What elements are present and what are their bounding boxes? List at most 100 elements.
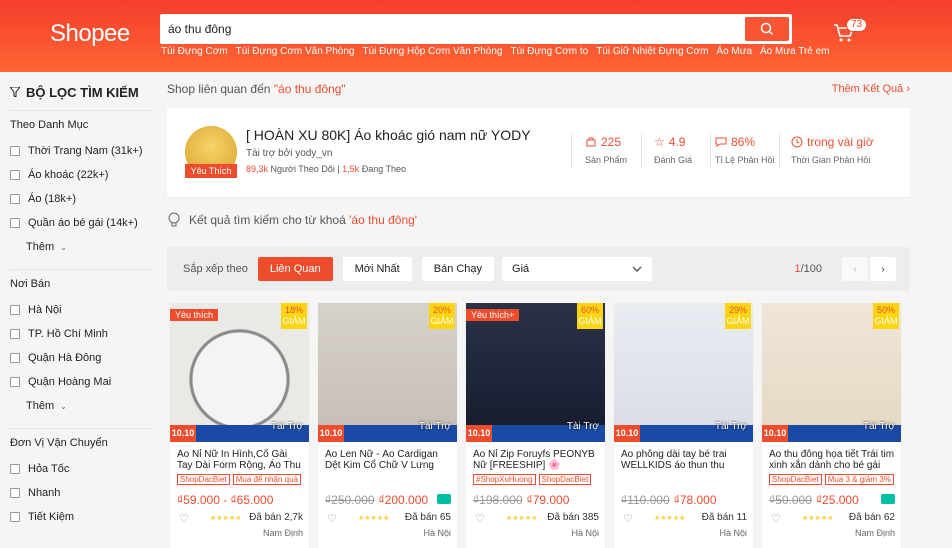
heart-icon[interactable]: ♡ [179, 512, 189, 525]
product-title[interactable]: Áo thu đông họa tiết Trái tim xinh xắn d… [769, 449, 895, 471]
filter-icon [10, 87, 20, 97]
star-icon: ☆ [654, 135, 665, 149]
location-option[interactable]: TP. Hồ Chí Minh [10, 322, 153, 346]
shipping-option[interactable]: Tiết Kiệm [10, 505, 153, 529]
more-results-link[interactable]: Thêm Kết Quả › [832, 83, 910, 95]
seller-location: Hà Nội [719, 528, 747, 538]
discount-value: 29% [728, 305, 747, 315]
checkbox[interactable] [10, 512, 20, 522]
shopee-logo[interactable]: Shopee [50, 20, 130, 48]
location-option[interactable]: Quận Hoàng Mai [10, 370, 153, 394]
rating-stars-icon: ★★★★★ [802, 515, 834, 522]
category-option[interactable]: Quần áo bé gái (14k+) [10, 211, 153, 235]
product-card[interactable]: Yêu thích 18% GIẢM 10.10 Tài Trợ Áo Nỉ Nữ… [170, 303, 309, 548]
checkbox[interactable] [10, 488, 20, 498]
sort-bar: Sắp xếp theo Liên Quan Mới Nhất Bán Chạy… [167, 247, 910, 291]
sponsored-label: Tài Trợ [566, 421, 599, 432]
current-price: ₫78.000 [673, 493, 717, 507]
seller-location: Nam Định [262, 528, 303, 538]
category-option[interactable]: Thời Trang Nam (31k+) [10, 139, 153, 163]
product-tag: ShopDacBiet [177, 474, 230, 485]
divider [10, 269, 153, 270]
shop-name[interactable]: [ HOÀN XU 80K] Áo khoác gió nam nữ YODY [246, 127, 531, 143]
sort-newest-button[interactable]: Mới Nhất [342, 257, 412, 281]
heart-icon[interactable]: ♡ [623, 512, 633, 525]
heart-icon[interactable]: ♡ [771, 512, 781, 525]
shipping-option[interactable]: Hỏa Tốc [10, 457, 153, 481]
followers-count: 89,3k [246, 164, 269, 174]
discount-badge: 29% GIẢM [725, 303, 751, 329]
checkbox[interactable] [10, 377, 20, 387]
location-option[interactable]: Quận Hà Đông [10, 346, 153, 370]
sponsored-label: Tài Trợ [270, 421, 303, 432]
search-button[interactable] [745, 17, 789, 41]
category-option[interactable]: Áo (18k+) [10, 187, 153, 211]
suggestion-link[interactable]: Túi Giữ Nhiệt Đựng Cơm [596, 46, 708, 57]
filter-group-shipping: Đơn Vị Vận Chuyển [10, 437, 108, 449]
sort-bestseller-button[interactable]: Bán Chạy [421, 257, 495, 281]
suggestion-link[interactable]: Áo Mưa Trẻ em [760, 46, 830, 57]
checkbox[interactable] [10, 146, 20, 156]
old-price: ₫250.000 [325, 493, 375, 507]
promo-date: 10.10 [614, 425, 640, 442]
product-image[interactable]: 20% GIẢM 10.10 Tài Trợ [318, 303, 457, 442]
discount-word: GIẢM [726, 316, 750, 326]
suggestion-link[interactable]: Áo Mưa [716, 46, 752, 57]
product-image[interactable]: Yêu thích 18% GIẢM 10.10 Tài Trợ [170, 303, 309, 442]
related-shops-title: Shop liên quan đến "áo thu đông" [167, 82, 346, 96]
product-title[interactable]: Áo Nỉ Nữ In Hình,Cổ Gài Tay Dài Form Rộn… [177, 449, 303, 471]
checkbox[interactable] [10, 170, 20, 180]
sort-relevance-button[interactable]: Liên Quan [257, 257, 333, 281]
seller-location: Nam Định [854, 528, 895, 538]
product-image[interactable]: 50% GIẢM 10.10 Tài Trợ [762, 303, 901, 442]
search-input[interactable] [168, 19, 738, 39]
more-categories-button[interactable]: Thêm ⌄ [26, 235, 153, 259]
rating-stars-icon: ★★★★★ [210, 515, 242, 522]
discount-badge: 20% GIẢM [429, 303, 455, 329]
product-card[interactable]: 20% GIẢM 10.10 Tài Trợ Áo Len Nữ - Áo Car… [318, 303, 457, 548]
product-title[interactable]: Áo phông dài tay bé trai WELLKIDS áo thu… [621, 449, 747, 471]
more-locations-button[interactable]: Thêm ⌄ [26, 394, 153, 418]
shop-card[interactable]: Yêu Thích [ HOÀN XU 80K] Áo khoác gió na… [167, 108, 910, 197]
search-result-header: Kết quả tìm kiếm cho từ khoá 'áo thu đôn… [167, 212, 417, 228]
prev-page-button[interactable]: ‹ [842, 257, 868, 281]
seller-location: Hà Nội [423, 528, 451, 538]
checkbox[interactable] [10, 353, 20, 363]
location-option[interactable]: Hà Nội [10, 298, 153, 322]
checkbox[interactable] [10, 218, 20, 228]
heart-icon[interactable]: ♡ [475, 512, 485, 525]
old-price: ₫198.000 [473, 493, 523, 507]
discount-word: GIẢM [430, 316, 454, 326]
product-title[interactable]: Áo Len Nữ - Áo Cardigan Dệt Kim Cổ Chữ V… [325, 449, 451, 471]
suggestion-link[interactable]: Túi Đựng Cơm Văn Phòng [236, 46, 355, 57]
divider [10, 428, 153, 429]
product-card[interactable]: Yêu thích+ 60% GIẢM 10.10 Tài Trợ Áo Nỉ Z… [466, 303, 605, 548]
chevron-left-icon: ‹ [853, 263, 857, 275]
category-option[interactable]: Áo khoác (22k+) [10, 163, 153, 187]
suggestion-link[interactable]: Túi Đựng Hộp Cơm Văn Phòng [362, 46, 502, 57]
product-card[interactable]: 29% GIẢM 10.10 Tài Trợ Áo phông dài tay b… [614, 303, 753, 548]
option-label: Nhanh [28, 487, 61, 499]
heart-icon[interactable]: ♡ [327, 512, 337, 525]
checkbox[interactable] [10, 329, 20, 339]
checkbox[interactable] [10, 464, 20, 474]
product-card[interactable]: 50% GIẢM 10.10 Tài Trợ Áo thu đông họa ti… [762, 303, 901, 548]
product-image[interactable]: Yêu thích+ 60% GIẢM 10.10 Tài Trợ [466, 303, 605, 442]
favorite-shop-badge: Yêu Thích [185, 164, 237, 178]
product-image[interactable]: 29% GIẢM 10.10 Tài Trợ [614, 303, 753, 442]
checkbox[interactable] [10, 305, 20, 315]
discount-value: 60% [580, 305, 599, 315]
checkbox[interactable] [10, 194, 20, 204]
product-price: ₫59.000 - ₫65.000 [177, 493, 273, 507]
product-title[interactable]: Áo Nỉ Zip Foruyfs PEONYB Nữ [FREESHIP] 🌸… [473, 449, 599, 471]
sold-count: Đã bán 65 [404, 512, 451, 523]
option-label: Hỏa Tốc [28, 463, 70, 475]
clock-icon [791, 136, 803, 148]
suggestion-link[interactable]: Túi Đựng Cơm [161, 46, 228, 57]
following-label: Đang Theo [359, 164, 407, 174]
sort-price-select[interactable]: Giá [502, 257, 653, 281]
shipping-option[interactable]: Nhanh [10, 481, 153, 505]
next-page-button[interactable]: › [870, 257, 896, 281]
shop-stat-response-time: trong vài giờ Thời Gian Phản Hồi [791, 135, 874, 165]
suggestion-link[interactable]: Túi Đựng Cơm to [510, 46, 588, 57]
